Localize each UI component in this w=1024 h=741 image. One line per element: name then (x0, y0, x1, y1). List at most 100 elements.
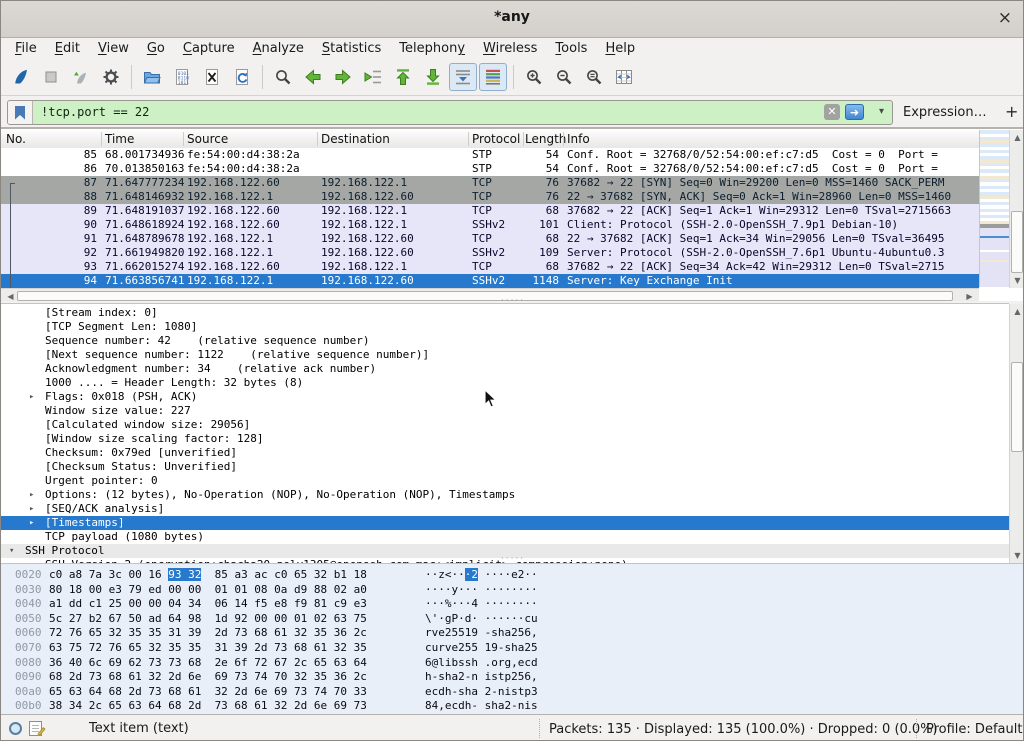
pane-splitter[interactable]: ····· (488, 558, 538, 562)
detail-line[interactable]: [Window size scaling factor: 128] (1, 432, 1009, 446)
packet-row-91[interactable]: 9171.648789678192.168.122.1192.168.122.6… (1, 232, 979, 246)
colorize-button[interactable] (479, 63, 507, 91)
open-file-button[interactable] (138, 63, 166, 91)
go-bottom-button[interactable] (419, 63, 447, 91)
hex-bytes[interactable]: 72 76 65 32 35 35 31 39 2d 73 68 61 32 3… (49, 626, 367, 640)
hex-ascii[interactable]: 6@libssh .org,ecd (425, 656, 538, 670)
hex-row-0020[interactable]: 0020c0 a8 7a 3c 00 16 93 32 85 a3 ac c0 … (1, 568, 1024, 582)
filter-dropdown-caret[interactable]: ▾ (879, 106, 884, 117)
hex-ascii[interactable]: rve25519 -sha256, (425, 626, 538, 640)
collapsed-arrow-icon[interactable]: ▸ (29, 390, 34, 404)
resize-columns-button[interactable] (610, 63, 638, 91)
go-top-button[interactable] (389, 63, 417, 91)
hex-ascii[interactable]: 84,ecdh- sha2-nis (425, 699, 538, 713)
profile-label[interactable]: Profile: Default (926, 722, 1022, 737)
scroll-down-icon[interactable]: ▼ (1010, 551, 1024, 560)
hex-bytes[interactable]: 38 34 2c 65 63 64 68 2d 73 68 61 32 2d 6… (49, 699, 367, 713)
hex-ascii[interactable]: \'·gP·d· ······cu (425, 612, 538, 626)
hex-ascii[interactable]: h-sha2-n istp256, (425, 670, 538, 684)
column-header-info[interactable]: Info (567, 132, 590, 146)
detail-line[interactable]: 1000 .... = Header Length: 32 bytes (8) (1, 376, 1009, 390)
detail-line[interactable]: Window size value: 227 (1, 404, 1009, 418)
detail-line[interactable]: Acknowledgment number: 34 (relative ack … (1, 362, 1009, 376)
packet-row-94[interactable]: 9471.663856741192.168.122.1192.168.122.6… (1, 274, 979, 288)
hex-row-0040[interactable]: 0040a1 dd c1 25 00 00 04 34 06 14 f5 e8 … (1, 597, 1024, 611)
hex-bytes[interactable]: 63 75 72 76 65 32 35 35 31 39 2d 73 68 6… (49, 641, 367, 655)
hex-row-0030[interactable]: 003080 18 00 e3 79 ed 00 00 01 01 08 0a … (1, 583, 1024, 597)
hex-bytes[interactable]: c0 a8 7a 3c 00 16 93 32 85 a3 ac c0 65 3… (49, 568, 367, 582)
detail-line[interactable]: TCP payload (1080 bytes) (1, 530, 1009, 544)
add-filter-button[interactable]: + (1005, 102, 1018, 121)
menu-file[interactable]: File (6, 39, 46, 58)
menu-view[interactable]: View (89, 39, 138, 58)
detail-line[interactable]: ▸Options: (12 bytes), No-Operation (NOP)… (1, 488, 1009, 502)
hex-bytes[interactable]: a1 dd c1 25 00 00 04 34 06 14 f5 e8 f9 8… (49, 597, 367, 611)
scroll-left-icon[interactable]: ◀ (3, 292, 18, 301)
column-header-source[interactable]: Source (187, 132, 228, 146)
column-header-protocol[interactable]: Protocol (472, 132, 520, 146)
hex-row-0050[interactable]: 00505c 27 b2 67 50 ad 64 98 1d 92 00 00 … (1, 612, 1024, 626)
hex-row-00a0[interactable]: 00a065 63 64 68 2d 73 68 61 32 2d 6e 69 … (1, 685, 1024, 699)
filter-text[interactable]: !tcp.port == 22 (41, 105, 149, 119)
scroll-down-icon[interactable]: ▼ (1010, 276, 1024, 285)
packet-row-92[interactable]: 9271.661949820192.168.122.1192.168.122.6… (1, 246, 979, 260)
collapsed-arrow-icon[interactable]: ▸ (29, 488, 34, 502)
packet-list-vscrollbar[interactable]: ▲ ▼ (1009, 130, 1024, 288)
collapsed-arrow-icon[interactable]: ▸ (29, 516, 34, 530)
hex-ascii[interactable]: ···%···4 ········ (425, 597, 538, 611)
hex-ascii[interactable]: ecdh-sha 2-nistp3 (425, 685, 538, 699)
packet-list-hscroll-thumb[interactable] (17, 291, 953, 301)
hex-bytes[interactable]: 5c 27 b2 67 50 ad 64 98 1d 92 00 00 01 0… (49, 612, 367, 626)
hex-bytes[interactable]: 36 40 6c 69 62 73 73 68 2e 6f 72 67 2c 6… (49, 656, 367, 670)
scroll-up-icon[interactable]: ▲ (1010, 307, 1024, 316)
title-bar[interactable]: *any × (1, 1, 1023, 38)
column-separator[interactable] (101, 132, 102, 146)
hex-bytes[interactable]: 65 63 64 68 2d 73 68 61 32 2d 6e 69 73 7… (49, 685, 367, 699)
selected-bytes[interactable]: ·2 (465, 568, 478, 581)
menu-capture[interactable]: Capture (174, 39, 244, 58)
scroll-up-icon[interactable]: ▲ (1010, 133, 1024, 142)
details-vscroll-thumb[interactable] (1011, 362, 1023, 452)
expert-info-icon[interactable] (9, 722, 22, 735)
detail-line[interactable]: ▸Flags: 0x018 (PSH, ACK) (1, 390, 1009, 404)
reload-file-button[interactable] (228, 63, 256, 91)
column-separator[interactable] (183, 132, 184, 146)
column-separator[interactable] (563, 132, 564, 146)
intelligent-scrollbar-minimap[interactable] (979, 130, 1009, 287)
detail-line[interactable]: Checksum: 0x79ed [unverified] (1, 446, 1009, 460)
detail-line[interactable]: Urgent pointer: 0 (1, 474, 1009, 488)
hex-bytes[interactable]: 68 2d 73 68 61 32 2d 6e 69 73 74 70 32 3… (49, 670, 367, 684)
packet-row-86[interactable]: 8670.013850163fe:54:00:d4:38:2aSTP54Conf… (1, 162, 979, 176)
menu-statistics[interactable]: Statistics (313, 39, 390, 58)
column-header-length[interactable]: Length (525, 132, 566, 146)
menu-help[interactable]: Help (596, 39, 644, 58)
packet-row-90[interactable]: 9071.648618924192.168.122.60192.168.122.… (1, 218, 979, 232)
filter-apply-button[interactable]: ➜ (845, 104, 864, 120)
zoom-reset-button[interactable] (580, 63, 608, 91)
column-separator[interactable] (317, 132, 318, 146)
menu-tools[interactable]: Tools (546, 39, 596, 58)
hex-ascii[interactable]: ····y··· ········ (425, 583, 538, 597)
capture-stop-button[interactable] (37, 63, 65, 91)
menu-go[interactable]: Go (138, 39, 174, 58)
zoom-out-button[interactable] (550, 63, 578, 91)
go-back-button[interactable] (299, 63, 327, 91)
packet-row-93[interactable]: 9371.662015274192.168.122.60192.168.122.… (1, 260, 979, 274)
column-header-time[interactable]: Time (105, 132, 134, 146)
filter-bookmark-button[interactable] (8, 101, 33, 124)
go-forward-button[interactable] (329, 63, 357, 91)
column-header-destination[interactable]: Destination (321, 132, 390, 146)
close-file-button[interactable] (198, 63, 226, 91)
packet-row-85[interactable]: 8568.001734936fe:54:00:d4:38:2aSTP54Conf… (1, 148, 979, 162)
capture-restart-button[interactable] (67, 63, 95, 91)
column-header-no[interactable]: No. (6, 132, 26, 146)
display-filter-input[interactable]: !tcp.port == 22 ✕ ➜ ▾ (7, 100, 893, 125)
packet-row-89[interactable]: 8971.648191037192.168.122.60192.168.122.… (1, 204, 979, 218)
hex-row-0090[interactable]: 009068 2d 73 68 61 32 2d 6e 69 73 74 70 … (1, 670, 1024, 684)
capture-comment-icon[interactable] (29, 721, 42, 736)
packet-row-88[interactable]: 8871.648146932192.168.122.1192.168.122.6… (1, 190, 979, 204)
packet-row-87[interactable]: 8771.647777234192.168.122.60192.168.122.… (1, 176, 979, 190)
hex-ascii[interactable]: curve255 19-sha25 (425, 641, 538, 655)
selected-bytes[interactable]: 93 32 (168, 568, 201, 581)
detail-line[interactable]: [TCP Segment Len: 1080] (1, 320, 1009, 334)
